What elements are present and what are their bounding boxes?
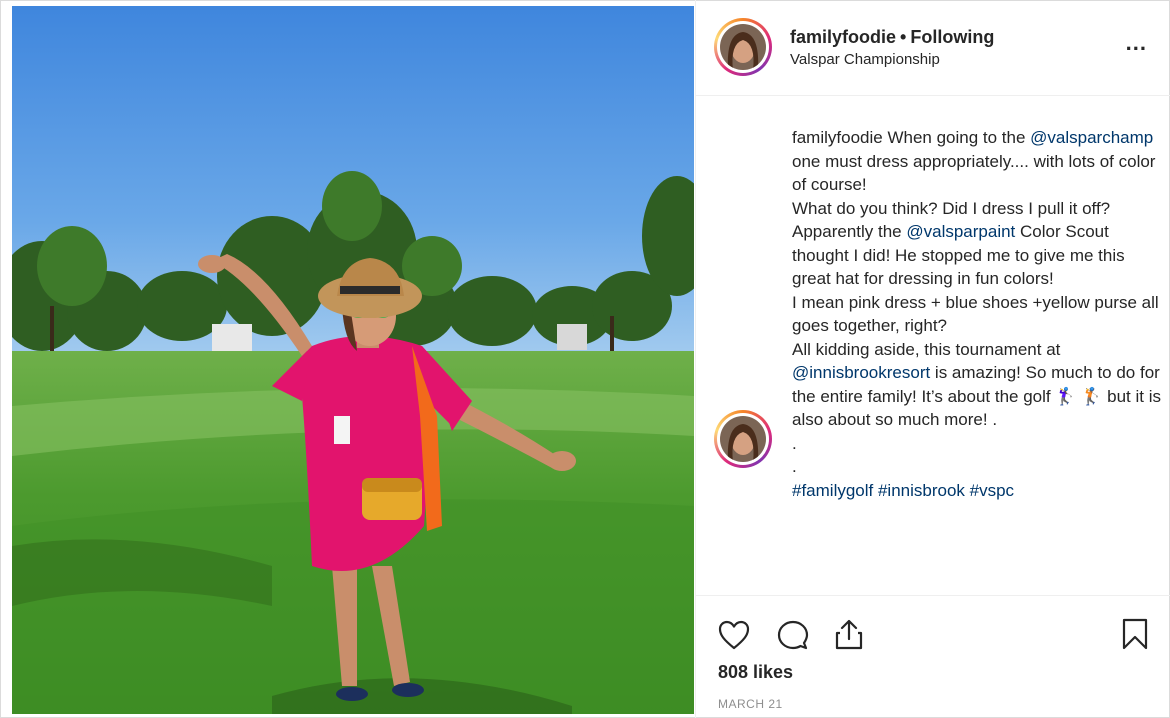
- post-actions: 808 likes MARCH 21: [696, 595, 1170, 718]
- comment-bubble-icon[interactable]: [777, 620, 809, 650]
- caption-text: one must dress appropriately.... with lo…: [792, 151, 1156, 195]
- more-dots-icon[interactable]: ...: [1126, 30, 1147, 56]
- caption-text: All kidding aside, this tournament at: [792, 339, 1061, 359]
- likes-count[interactable]: 808 likes: [718, 662, 793, 683]
- post-photo[interactable]: [12, 6, 694, 714]
- caption-dot: .: [792, 457, 797, 476]
- caption-hashtags[interactable]: #familygolf #innisbrook #vspc: [792, 479, 1164, 503]
- mention-link[interactable]: @innisbrookresort: [792, 363, 930, 382]
- caption-paragraph-3: Apparently the @valsparpaint Color Scout…: [792, 220, 1164, 291]
- post-header: familyfoodie • Following Valspar Champions…: [696, 0, 1170, 96]
- caption-author-avatar[interactable]: [714, 410, 772, 468]
- share-icon[interactable]: [834, 618, 864, 650]
- mention-link[interactable]: @valsparpaint: [906, 222, 1015, 241]
- post-caption: familyfoodie When going to the @valsparc…: [792, 126, 1164, 502]
- follow-status-button[interactable]: Following: [910, 27, 994, 47]
- avatar-portrait-icon: [720, 416, 766, 462]
- caption-paragraph-2: What do you think? Did I dress I pull it…: [792, 198, 1111, 218]
- heart-icon[interactable]: [718, 620, 750, 650]
- post-date[interactable]: MARCH 21: [718, 697, 783, 711]
- caption-username[interactable]: familyfoodie: [792, 128, 883, 147]
- comments-area[interactable]: familyfoodie When going to the @valsparc…: [696, 97, 1170, 595]
- caption-paragraph-5: All kidding aside, this tournament at @i…: [792, 338, 1164, 432]
- separator-dot: •: [900, 27, 907, 47]
- post-side-panel: familyfoodie • Following Valspar Champions…: [695, 0, 1170, 718]
- author-avatar[interactable]: [714, 18, 772, 76]
- caption-paragraph-4: I mean pink dress + blue shoes +yellow p…: [792, 292, 1159, 336]
- avatar-portrait-icon: [720, 24, 766, 70]
- caption-paragraph-1: familyfoodie When going to the @valsparc…: [792, 126, 1164, 197]
- caption-text: Apparently the: [792, 222, 907, 241]
- mention-link[interactable]: @valsparchamp: [1030, 128, 1153, 147]
- caption-dot: .: [792, 433, 797, 453]
- caption-text: When going to the: [882, 128, 1031, 147]
- location-link[interactable]: Valspar Championship: [790, 51, 940, 68]
- golf-course-photo: [12, 6, 694, 714]
- header-user-line: familyfoodie • Following: [790, 27, 994, 48]
- author-username[interactable]: familyfoodie: [790, 27, 896, 47]
- bookmark-icon[interactable]: [1122, 618, 1148, 650]
